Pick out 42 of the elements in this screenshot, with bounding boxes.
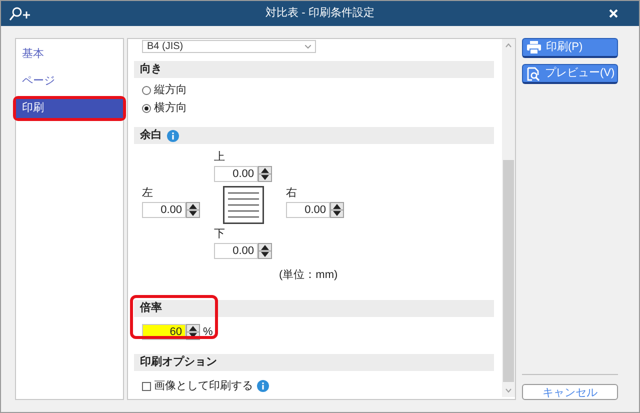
radio-option[interactable]: 横方向	[142, 101, 502, 115]
number-field[interactable]: 0.00	[214, 166, 258, 182]
margin-label: 左	[142, 186, 154, 200]
spinner-icon[interactable]	[330, 202, 344, 218]
document-search-icon	[527, 66, 540, 80]
percent-label: %	[203, 324, 213, 340]
section-title: 印刷オプション	[140, 354, 217, 370]
cancel-button[interactable]: キャンセル	[522, 384, 618, 400]
number-field[interactable]: 0.00	[214, 243, 258, 259]
search-plus-icon[interactable]	[9, 6, 31, 20]
section-title: 余白	[140, 128, 162, 144]
action-button[interactable]: プレビュー(V)	[522, 64, 618, 84]
action-button[interactable]: 印刷(P)	[522, 38, 618, 58]
number-field[interactable]: 0.00	[286, 202, 330, 218]
spinner-icon[interactable]	[258, 166, 272, 182]
checkbox-option[interactable]: 画像として印刷する	[142, 378, 253, 394]
page-layout-icon	[222, 186, 264, 224]
radio-icon[interactable]	[142, 104, 151, 112]
section-title: 向き	[140, 62, 162, 78]
sidebar-item[interactable]: 印刷	[16, 99, 123, 118]
radio-option[interactable]: 縦方向	[142, 83, 502, 97]
chevron-down-icon	[305, 44, 311, 48]
radio-icon[interactable]	[142, 86, 151, 94]
margin-label: 上	[214, 150, 226, 164]
margin-label: 右	[286, 186, 298, 200]
dropdown-value: B4 (JIS)	[147, 42, 184, 52]
checkbox-icon[interactable]	[142, 382, 151, 391]
close-icon[interactable]	[609, 9, 618, 18]
number-field[interactable]: 0.00	[142, 202, 186, 218]
margin-label: 下	[214, 227, 226, 241]
window-title: 対比表 - 印刷条件設定	[264, 6, 376, 22]
info-icon[interactable]	[167, 130, 179, 142]
printer-icon	[527, 41, 541, 54]
paper-size-dropdown[interactable]: B4 (JIS)	[142, 40, 316, 53]
sidebar-item[interactable]: ページ	[16, 72, 123, 91]
spinner-icon[interactable]	[258, 243, 272, 259]
sidebar-item[interactable]: 基本	[16, 45, 123, 64]
scrollbar[interactable]	[502, 39, 515, 397]
info-icon[interactable]	[257, 380, 269, 392]
unit-label: (単位：mm)	[279, 268, 339, 283]
spinner-icon[interactable]	[186, 202, 200, 218]
section-title: 倍率	[140, 300, 162, 316]
